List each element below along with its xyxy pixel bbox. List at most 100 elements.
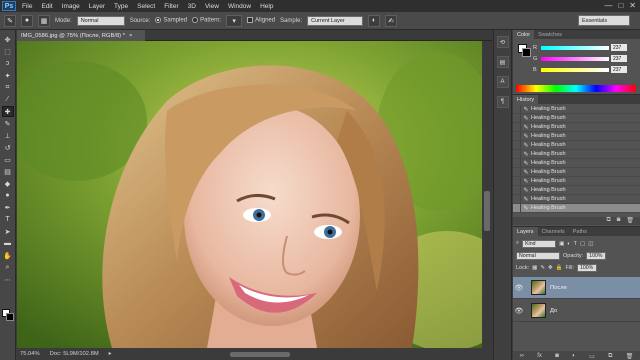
brush-tool-icon[interactable]: ✎ bbox=[2, 118, 14, 129]
type-tool-icon[interactable]: T bbox=[2, 214, 14, 225]
new-snapshot-icon[interactable]: ◙ bbox=[617, 217, 621, 225]
history-snapshot-box[interactable] bbox=[513, 105, 521, 113]
path-select-tool-icon[interactable]: ➤ bbox=[2, 226, 14, 237]
properties-panel-icon[interactable]: ▤ bbox=[496, 56, 509, 68]
history-snapshot-box[interactable] bbox=[513, 168, 521, 176]
history-panel-icon[interactable]: ⟲ bbox=[496, 36, 509, 48]
history-item[interactable]: ✎ Healing Brush bbox=[513, 141, 640, 150]
maximize-button[interactable]: □ bbox=[618, 1, 623, 10]
document-tab[interactable]: IMG_0586.jpg @ 75% (После, RGB/8) * × bbox=[17, 30, 145, 41]
ignore-adjustment-layers-icon[interactable]: ◐ bbox=[368, 14, 381, 27]
paragraph-panel-icon[interactable]: ¶ bbox=[496, 96, 509, 108]
menu-type[interactable]: Type bbox=[114, 3, 128, 10]
menu-edit[interactable]: Edit bbox=[41, 3, 52, 10]
tab-history[interactable]: History bbox=[513, 95, 539, 104]
blend-mode-select[interactable]: Normal bbox=[516, 251, 560, 260]
channel-b-value[interactable]: 237 bbox=[611, 66, 627, 73]
channel-g-value[interactable]: 237 bbox=[611, 55, 627, 62]
zoom-tool-icon[interactable]: ⌕ bbox=[2, 262, 14, 273]
vertical-scroll-thumb[interactable] bbox=[484, 191, 490, 231]
color-panel-background-swatch[interactable] bbox=[522, 48, 531, 57]
history-item[interactable]: ✎ Healing Brush bbox=[513, 114, 640, 123]
character-panel-icon[interactable]: A bbox=[496, 76, 509, 88]
tab-paths[interactable]: Paths bbox=[569, 227, 591, 236]
delete-state-icon[interactable]: 🗑 bbox=[626, 217, 634, 225]
history-item[interactable]: ✎ Healing Brush bbox=[513, 123, 640, 132]
history-snapshot-box[interactable] bbox=[513, 204, 521, 212]
pen-tool-icon[interactable]: ✒ bbox=[2, 202, 14, 213]
history-brush-tool-icon[interactable]: ↺ bbox=[2, 142, 14, 153]
history-snapshot-box[interactable] bbox=[513, 186, 521, 194]
dodge-tool-icon[interactable]: ● bbox=[2, 190, 14, 201]
history-item[interactable]: ✎ Healing Brush bbox=[513, 186, 640, 195]
menu-filter[interactable]: Filter bbox=[164, 3, 178, 10]
fill-input[interactable]: 100% bbox=[577, 263, 597, 272]
new-group-icon[interactable]: ▭ bbox=[589, 353, 595, 360]
source-pattern-radio[interactable]: Pattern: bbox=[192, 17, 221, 24]
tab-color[interactable]: Color bbox=[513, 30, 535, 39]
lock-position-icon[interactable]: ✥ bbox=[548, 265, 553, 271]
menu-file[interactable]: File bbox=[22, 3, 32, 10]
tab-layers[interactable]: Layers bbox=[513, 227, 538, 236]
history-item[interactable]: ✎ Healing Brush bbox=[513, 150, 640, 159]
menu-image[interactable]: Image bbox=[62, 3, 80, 10]
tab-channels[interactable]: Channels bbox=[538, 227, 569, 236]
menu-layer[interactable]: Layer bbox=[89, 3, 105, 10]
menu-view[interactable]: View bbox=[205, 3, 219, 10]
history-snapshot-box[interactable] bbox=[513, 123, 521, 131]
eyedropper-tool-icon[interactable]: ⁄ bbox=[2, 94, 14, 105]
menu-3d[interactable]: 3D bbox=[188, 3, 196, 10]
history-item[interactable]: ✎ Healing Brush bbox=[513, 195, 640, 204]
history-item[interactable]: ✎ Healing Brush bbox=[513, 168, 640, 177]
history-snapshot-box[interactable] bbox=[513, 159, 521, 167]
quick-select-tool-icon[interactable]: ✦ bbox=[2, 70, 14, 81]
hand-tool-icon[interactable]: ✋ bbox=[2, 250, 14, 261]
history-item[interactable]: ✎ Healing Brush bbox=[513, 105, 640, 114]
lock-transparency-icon[interactable]: ▦ bbox=[532, 265, 537, 271]
crop-tool-icon[interactable]: ⌗ bbox=[2, 82, 14, 93]
history-item[interactable]: ✎ Healing Brush bbox=[513, 177, 640, 186]
filter-adjustment-icon[interactable]: ◐ bbox=[567, 241, 570, 247]
workspace-select[interactable]: Essentials bbox=[578, 15, 630, 26]
pattern-picker[interactable]: ▾ bbox=[226, 14, 243, 27]
history-snapshot-box[interactable] bbox=[513, 141, 521, 149]
minimize-button[interactable]: — bbox=[604, 1, 612, 10]
channel-b-slider[interactable] bbox=[541, 67, 609, 72]
history-item-selected[interactable]: ✎ Healing Brush bbox=[513, 204, 640, 213]
history-snapshot-box[interactable] bbox=[513, 114, 521, 122]
healing-brush-tool-icon[interactable]: ✚ bbox=[1, 106, 14, 117]
more-tools-icon[interactable]: ⋯ bbox=[2, 274, 14, 285]
channel-g-slider[interactable] bbox=[541, 56, 609, 61]
healing-brush-tool-preset-icon[interactable]: ✎ bbox=[4, 14, 16, 27]
horizontal-scroll-thumb[interactable] bbox=[230, 352, 290, 357]
close-tab-icon[interactable]: × bbox=[129, 33, 132, 39]
eye-icon[interactable]: 👁 bbox=[513, 284, 525, 292]
adjustment-layer-icon[interactable]: ◐ bbox=[572, 353, 576, 359]
aligned-checkbox[interactable]: Aligned bbox=[247, 17, 275, 24]
filter-pixel-icon[interactable]: ▣ bbox=[559, 241, 564, 247]
move-tool-icon[interactable]: ✥ bbox=[2, 34, 14, 45]
filter-type-icon[interactable]: T bbox=[574, 241, 577, 247]
layer-kind-filter[interactable]: Kind bbox=[522, 239, 557, 248]
layer-name[interactable]: До bbox=[550, 308, 557, 314]
menu-window[interactable]: Window bbox=[228, 3, 251, 10]
close-button[interactable]: ✕ bbox=[629, 1, 636, 10]
channel-r-slider[interactable] bbox=[541, 45, 609, 50]
new-document-from-state-icon[interactable]: ⧉ bbox=[606, 217, 610, 225]
history-snapshot-box[interactable] bbox=[513, 195, 521, 203]
history-snapshot-box[interactable] bbox=[513, 132, 521, 140]
opacity-input[interactable]: 100% bbox=[586, 251, 607, 260]
mode-select[interactable]: Normal bbox=[76, 15, 125, 26]
filter-smart-icon[interactable]: ◫ bbox=[588, 241, 593, 247]
color-spectrum-ramp[interactable] bbox=[516, 85, 636, 92]
eraser-tool-icon[interactable]: ▭ bbox=[2, 154, 14, 165]
source-sampled-radio[interactable]: Sampled bbox=[155, 17, 187, 24]
tab-swatches[interactable]: Swatches bbox=[534, 30, 566, 39]
clone-stamp-tool-icon[interactable]: ⊥ bbox=[2, 130, 14, 141]
layer-style-icon[interactable]: fx bbox=[537, 353, 542, 359]
status-arrow-icon[interactable]: ▸ bbox=[109, 351, 112, 357]
document-canvas[interactable] bbox=[17, 41, 482, 348]
pressure-size-icon[interactable]: ✍ bbox=[385, 14, 398, 27]
shape-tool-icon[interactable]: ▬ bbox=[2, 238, 14, 249]
menu-select[interactable]: Select bbox=[137, 3, 155, 10]
